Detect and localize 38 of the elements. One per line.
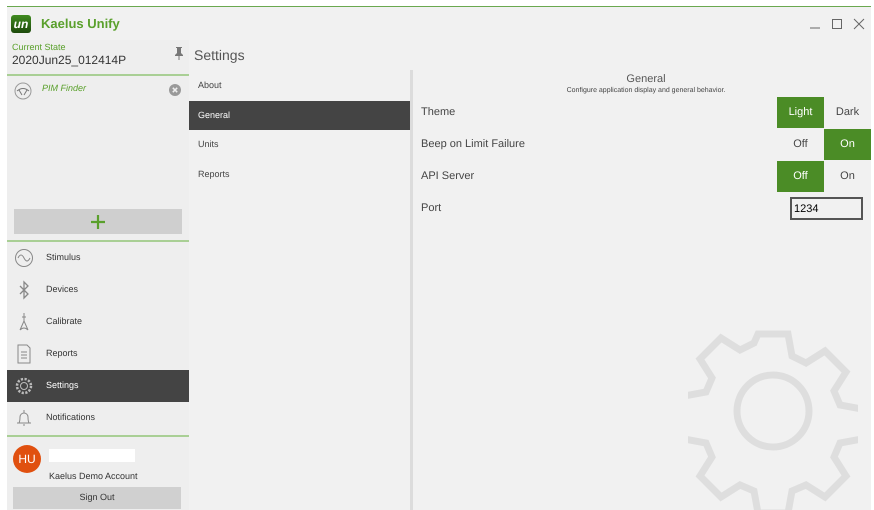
- nav-item[interactable]: Notifications: [7, 402, 189, 434]
- app-title: Kaelus Unify: [41, 14, 120, 33]
- account-name: Kaelus Demo Account: [49, 470, 138, 483]
- nav-item[interactable]: Calibrate: [7, 306, 189, 338]
- nav-item[interactable]: Reports: [7, 338, 189, 370]
- close-icon[interactable]: [853, 18, 865, 30]
- toggle-option[interactable]: Off: [777, 161, 824, 192]
- bell-icon: [14, 408, 34, 428]
- toggle-option[interactable]: Dark: [824, 97, 871, 128]
- toggle-option[interactable]: On: [824, 161, 871, 192]
- toggle-option[interactable]: Light: [777, 97, 824, 128]
- option-label: Beep on Limit Failure: [421, 137, 526, 152]
- settings-tab[interactable]: Reports: [189, 160, 410, 189]
- nav-item[interactable]: Devices: [7, 274, 189, 306]
- dish-icon: [14, 82, 32, 100]
- port-field[interactable]: 1234: [790, 197, 863, 220]
- nav-item[interactable]: Settings: [7, 370, 189, 402]
- option-label: Port: [421, 201, 442, 216]
- sign-out-button[interactable]: Sign Out: [13, 486, 181, 508]
- wave-icon: [14, 248, 34, 268]
- option-label: Theme: [421, 105, 456, 120]
- settings-title: Settings: [193, 46, 246, 65]
- pin-icon[interactable]: [174, 46, 184, 60]
- maximize-icon[interactable]: [831, 18, 843, 30]
- toggle-option[interactable]: On: [824, 129, 871, 160]
- user-avatar: HU: [13, 445, 41, 473]
- option-label: API Server: [421, 169, 476, 184]
- nav-item[interactable]: Stimulus: [7, 242, 189, 274]
- current-state-label: Current State: [12, 42, 67, 53]
- current-state-value: 2020Jun25_012414P: [12, 53, 126, 67]
- panel-title: General: [625, 72, 667, 86]
- toggle-option[interactable]: Off: [777, 129, 824, 160]
- app-logo: un: [11, 14, 31, 32]
- plus-icon: [90, 214, 106, 230]
- settings-tab[interactable]: About: [189, 71, 410, 100]
- settings-tab[interactable]: Units: [189, 130, 410, 160]
- settings-icon: [14, 376, 34, 396]
- settings-tab[interactable]: General: [189, 100, 410, 130]
